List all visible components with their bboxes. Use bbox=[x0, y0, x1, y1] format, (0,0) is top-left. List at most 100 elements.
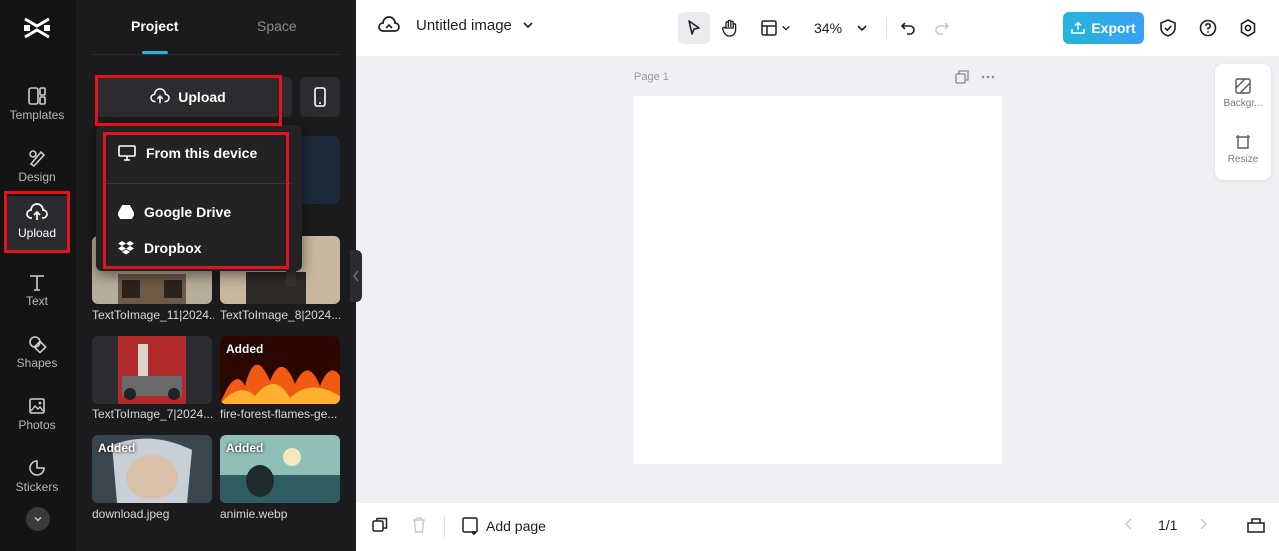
chevron-left-icon bbox=[1124, 518, 1132, 530]
shield-check-icon bbox=[1160, 19, 1176, 37]
upload-options-button[interactable] bbox=[282, 77, 292, 117]
expand-pages-button[interactable] bbox=[1247, 517, 1265, 533]
design-icon bbox=[29, 150, 46, 168]
hand-tool-button[interactable] bbox=[718, 12, 742, 44]
left-rail: Templates Design Upload Text Shapes Phot… bbox=[0, 0, 76, 551]
select-tool-button[interactable] bbox=[678, 12, 710, 44]
export-button[interactable]: Export bbox=[1063, 12, 1144, 44]
resize-icon bbox=[1236, 135, 1250, 149]
capcut-logo-icon[interactable] bbox=[22, 14, 52, 42]
page-counter: 1/1 bbox=[1158, 517, 1178, 533]
layout-icon bbox=[761, 20, 777, 36]
canvas-side-tools: Backgr... Resize bbox=[1215, 64, 1271, 180]
asset-thumb-6[interactable]: Added bbox=[220, 435, 340, 503]
rail-item-text[interactable]: Text bbox=[4, 266, 70, 322]
zoom-control[interactable]: 34% bbox=[814, 12, 868, 44]
tab-space[interactable]: Space bbox=[257, 18, 297, 34]
undo-button[interactable] bbox=[897, 12, 919, 44]
menu-item-from-device[interactable]: From this device bbox=[118, 142, 257, 164]
asset-thumb-3[interactable] bbox=[92, 336, 212, 404]
more-options-icon[interactable] bbox=[981, 70, 995, 84]
upload-button[interactable]: Upload bbox=[96, 77, 280, 117]
upload-cloud-icon bbox=[150, 88, 171, 104]
menu-item-google-drive[interactable]: Google Drive bbox=[118, 201, 231, 223]
cloud-icon bbox=[378, 16, 400, 32]
add-page-label: Add page bbox=[486, 518, 546, 534]
duplicate-page-icon[interactable] bbox=[955, 70, 969, 84]
google-drive-icon bbox=[118, 205, 134, 219]
upload-from-phone-button[interactable] bbox=[300, 77, 340, 117]
rail-item-photos[interactable]: Photos bbox=[4, 390, 70, 446]
chevron-down-icon bbox=[34, 516, 42, 522]
resize-tool[interactable]: Resize bbox=[1215, 134, 1271, 165]
help-button[interactable] bbox=[1197, 12, 1219, 44]
page-label: Page 1 bbox=[634, 71, 669, 83]
added-badge: Added bbox=[98, 441, 136, 455]
templates-icon bbox=[28, 87, 46, 105]
chevron-right-icon bbox=[1200, 518, 1208, 530]
panel-divider bbox=[92, 54, 340, 55]
upload-panel: Project Space Upload TextToImage_11|2024… bbox=[76, 0, 356, 551]
rail-item-stickers[interactable]: Stickers bbox=[4, 452, 70, 508]
export-icon bbox=[1071, 21, 1086, 34]
menu-label-google-drive: Google Drive bbox=[144, 204, 232, 220]
add-page-icon bbox=[462, 517, 478, 535]
rail-label-upload: Upload bbox=[17, 226, 57, 240]
background-tool-label: Backgr... bbox=[1223, 98, 1263, 109]
added-badge: Added bbox=[226, 342, 264, 356]
bottom-bar: Add page 1/1 bbox=[356, 503, 1279, 551]
undo-icon bbox=[900, 22, 915, 35]
pages-panel-icon bbox=[1247, 518, 1265, 533]
rail-item-upload[interactable]: Upload bbox=[4, 196, 70, 252]
help-icon bbox=[1199, 19, 1217, 37]
panel-collapse-handle[interactable] bbox=[350, 250, 362, 302]
pointer-icon bbox=[688, 20, 700, 35]
menu-label-dropbox: Dropbox bbox=[144, 240, 202, 256]
layers-button[interactable] bbox=[372, 517, 388, 533]
chevron-left-icon bbox=[353, 270, 359, 282]
text-icon bbox=[30, 275, 44, 291]
added-badge: Added bbox=[226, 441, 264, 455]
asset-thumb-4[interactable]: Added bbox=[220, 336, 340, 404]
shapes-icon bbox=[29, 336, 47, 354]
background-tool[interactable]: Backgr... bbox=[1215, 78, 1271, 109]
menu-item-dropbox[interactable]: Dropbox bbox=[118, 237, 202, 259]
rail-label-stickers: Stickers bbox=[15, 480, 59, 494]
rail-item-templates[interactable]: Templates bbox=[4, 80, 70, 136]
asset-name-3: TextToImage_7|2024... bbox=[92, 407, 214, 421]
monitor-icon bbox=[118, 145, 136, 161]
asset-thumb-5[interactable]: Added bbox=[92, 435, 212, 503]
redo-button[interactable] bbox=[931, 12, 953, 44]
rail-item-design[interactable]: Design bbox=[4, 142, 70, 198]
rail-more-button[interactable] bbox=[26, 507, 50, 531]
add-page-button[interactable]: Add page bbox=[462, 517, 546, 535]
redo-icon bbox=[935, 22, 950, 35]
asset-name-5: download.jpeg bbox=[92, 507, 170, 521]
shield-button[interactable] bbox=[1157, 12, 1179, 44]
resize-tool-label: Resize bbox=[1227, 154, 1259, 165]
asset-name-2: TextToImage_8|2024... bbox=[220, 308, 342, 322]
chevron-down-icon bbox=[523, 22, 533, 29]
layers-icon bbox=[372, 517, 388, 532]
stickers-icon bbox=[29, 460, 45, 476]
prev-page-button[interactable] bbox=[1124, 517, 1134, 531]
page-actions bbox=[955, 70, 995, 84]
rail-label-design: Design bbox=[18, 170, 56, 184]
next-page-button[interactable] bbox=[1198, 517, 1208, 531]
delete-page-button[interactable] bbox=[412, 517, 426, 533]
document-title[interactable]: Untitled image bbox=[378, 16, 534, 34]
rail-label-templates: Templates bbox=[9, 108, 65, 122]
asset-name-6: animie.webp bbox=[220, 507, 288, 521]
hand-icon bbox=[722, 19, 737, 37]
rail-label-shapes: Shapes bbox=[16, 356, 58, 370]
tab-project[interactable]: Project bbox=[131, 18, 178, 34]
rail-item-shapes[interactable]: Shapes bbox=[4, 328, 70, 384]
settings-button[interactable] bbox=[1237, 12, 1259, 44]
background-icon bbox=[1235, 78, 1251, 94]
chevron-down-icon bbox=[857, 25, 867, 32]
canvas-page[interactable] bbox=[634, 96, 1002, 464]
trash-icon bbox=[413, 517, 425, 533]
layout-menu-button[interactable] bbox=[758, 12, 794, 44]
export-button-label: Export bbox=[1091, 20, 1136, 36]
top-toolbar: Untitled image 34% Export bbox=[356, 0, 1279, 56]
